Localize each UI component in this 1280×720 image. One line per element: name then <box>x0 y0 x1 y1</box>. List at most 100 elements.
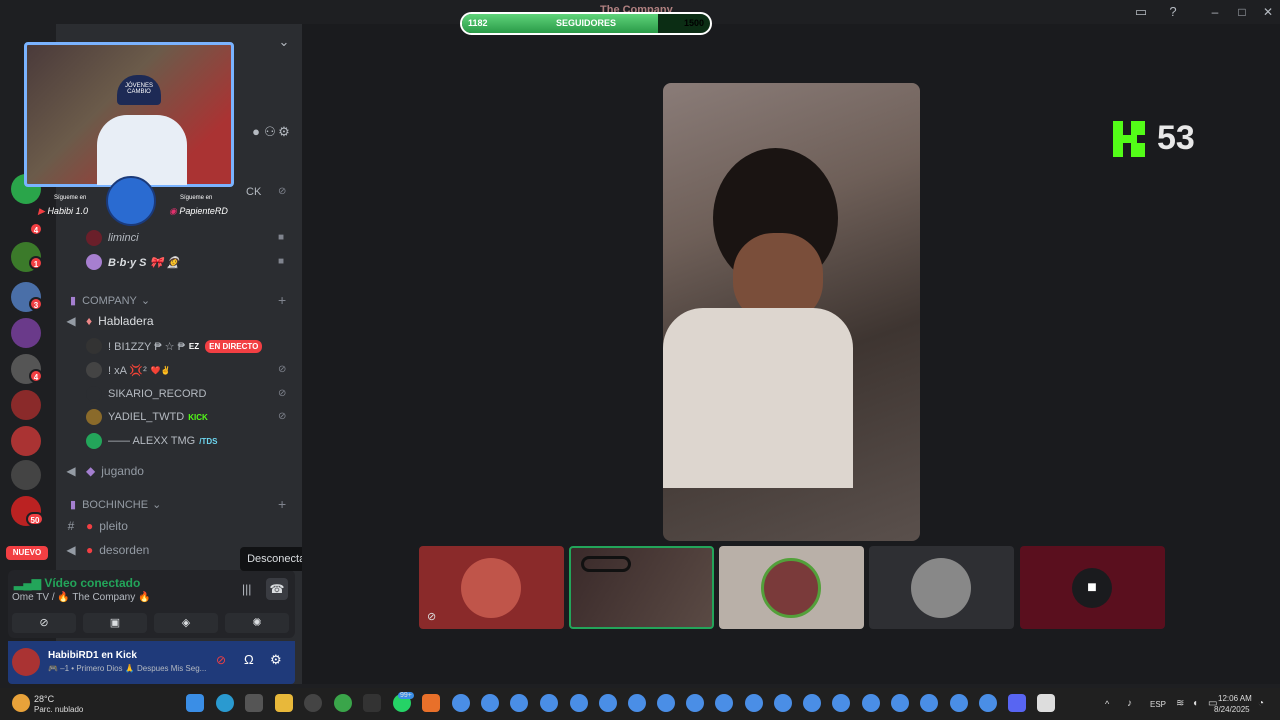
instagram-handle: ◉ PapienteRD <box>169 206 228 217</box>
voice-channel-habladera[interactable]: ◀ ♦ Habladera <box>64 310 153 332</box>
camera-off-button[interactable]: ⊘ <box>12 613 76 633</box>
app-icon[interactable] <box>1037 694 1055 712</box>
chrome-profile-icon[interactable] <box>774 694 792 712</box>
volume-icon[interactable]: ◖ <box>1192 698 1198 709</box>
avatar <box>461 558 521 618</box>
notification-badge: 3 <box>29 297 43 311</box>
chrome-profile-icon[interactable] <box>628 694 646 712</box>
chrome-profile-icon[interactable] <box>862 694 880 712</box>
text-channel-pleito[interactable]: # ● pleito <box>64 515 128 537</box>
participant-tile[interactable] <box>719 546 864 629</box>
gear-icon[interactable]: ⚙ <box>276 124 292 140</box>
add-channel-icon[interactable]: + <box>278 496 286 512</box>
voice-user[interactable]: B·b·y S 🎀 👩‍🚀 <box>86 252 180 272</box>
edge-icon[interactable] <box>216 694 234 712</box>
soundboard-button[interactable]: ✺ <box>225 613 289 633</box>
wifi-icon[interactable]: ≋ <box>1176 698 1184 709</box>
notification-bell-icon[interactable]: ◔ <box>1258 698 1264 709</box>
voice-user[interactable]: SIKARIO_RECORD <box>86 384 206 404</box>
connection-status: ▂▄▆ Vídeo conectado <box>14 576 140 590</box>
chrome-profile-icon[interactable] <box>570 694 588 712</box>
avatar <box>86 362 102 378</box>
chrome-profile-icon[interactable] <box>452 694 470 712</box>
participant-tile[interactable]: ■ <box>1020 546 1165 629</box>
chrome-profile-icon[interactable] <box>891 694 909 712</box>
channel-name: pleito <box>99 519 128 533</box>
server-icon[interactable] <box>11 390 41 420</box>
help-icon[interactable]: ? <box>1165 4 1181 20</box>
voice-user[interactable]: —— ALEXX TMG /TDS <box>86 431 217 451</box>
chrome-profile-icon[interactable] <box>510 694 528 712</box>
connection-status-text: Vídeo conectado <box>44 576 141 590</box>
disconnect-button[interactable]: ☎ <box>266 578 288 600</box>
language-indicator[interactable]: ESP <box>1150 700 1166 709</box>
connection-location[interactable]: Ome TV / 🔥 The Company 🔥 <box>12 592 150 603</box>
discord-icon[interactable] <box>1008 694 1026 712</box>
participant-tile[interactable]: ⊘ <box>419 546 564 629</box>
server-icon[interactable] <box>11 426 41 456</box>
youtube-handle-text: Habibi 1.0 <box>47 206 88 216</box>
screen-share-button[interactable]: ▣ <box>83 613 147 633</box>
voice-channel-desorden[interactable]: ◀ ● desorden <box>64 539 149 561</box>
noise-suppression-icon[interactable]: ||| <box>242 582 251 596</box>
category-bochinche[interactable]: ▮ BOCHINCHE ⌄ <box>70 498 161 512</box>
video-icon: ■ <box>278 232 285 243</box>
voice-user[interactable]: ! xA 💢² ❤️✌ <box>86 360 171 380</box>
server-icon[interactable] <box>11 460 41 490</box>
gear-icon[interactable]: ⚙ <box>270 652 282 668</box>
chrome-profile-icon[interactable] <box>540 694 558 712</box>
chrome-icon[interactable] <box>334 694 352 712</box>
mic-muted-icon: ⊘ <box>278 411 287 422</box>
maximize-icon[interactable]: □ <box>1234 4 1250 20</box>
avatar[interactable] <box>12 648 40 676</box>
chrome-profile-icon[interactable] <box>979 694 997 712</box>
chrome-profile-icon[interactable] <box>481 694 499 712</box>
new-badge[interactable]: NUEVO <box>6 546 48 560</box>
chrome-profile-icon[interactable] <box>950 694 968 712</box>
app-icon[interactable] <box>304 694 322 712</box>
webcam-frame: JÓVENES CAMBIO <box>24 42 234 187</box>
inbox-icon[interactable]: ▭ <box>1133 4 1149 20</box>
instagram-icon: ◉ <box>169 206 177 216</box>
participant-tile-speaking[interactable] <box>569 546 714 629</box>
voice-channel-jugando[interactable]: ◀ ◆ jugando <box>64 460 144 482</box>
minimize-icon[interactable]: – <box>1207 4 1223 20</box>
chevron-down-icon[interactable]: ⌄ <box>276 34 292 50</box>
avatar-cartoon <box>106 176 156 226</box>
chevron-down-icon: ⌄ <box>140 295 151 307</box>
file-explorer-icon[interactable] <box>275 694 293 712</box>
focused-video[interactable] <box>663 83 920 541</box>
start-icon[interactable] <box>186 694 204 712</box>
chrome-profile-icon[interactable] <box>803 694 821 712</box>
voice-user[interactable]: liminci <box>86 228 139 248</box>
chrome-profile-icon[interactable] <box>715 694 733 712</box>
weather-desc: Parc. nublado <box>34 705 84 714</box>
tray-chevron-icon[interactable]: ^ <box>1105 699 1109 709</box>
voice-user[interactable]: ! BI1ZZY ₱ ☆ ₱ EZ EN DIRECTO <box>86 336 263 356</box>
weather-icon[interactable] <box>12 694 30 712</box>
app-window: The Company ▭ ? – □ ✕ 4 1 3 4 50 NUEVO ⌄… <box>0 0 1280 720</box>
chrome-profile-icon[interactable] <box>657 694 675 712</box>
clock-date[interactable]: 8/24/2025 <box>1214 705 1250 714</box>
chrome-profile-icon[interactable] <box>832 694 850 712</box>
chrome-profile-icon[interactable] <box>599 694 617 712</box>
headphones-icon[interactable]: Ω <box>244 652 254 667</box>
microphone-icon[interactable]: ♪ <box>1127 698 1132 709</box>
activities-button[interactable]: ◈ <box>154 613 218 633</box>
category-company[interactable]: ▮ COMPANY ⌄ <box>70 294 151 308</box>
app-icon[interactable] <box>363 694 381 712</box>
participant-tile[interactable] <box>869 546 1014 629</box>
hashtag-icon: # <box>67 519 75 533</box>
video-icon: ■ <box>278 256 285 267</box>
server-icon[interactable] <box>11 318 41 348</box>
add-channel-icon[interactable]: + <box>278 292 286 308</box>
voice-user[interactable]: YADIEL_TWTD KICK <box>86 407 208 427</box>
app-icon[interactable] <box>245 694 263 712</box>
close-icon[interactable]: ✕ <box>1260 4 1276 20</box>
clock-time[interactable]: 12:06 AM <box>1218 694 1252 703</box>
mic-muted-icon[interactable]: ⊘ <box>216 653 226 667</box>
chrome-profile-icon[interactable] <box>920 694 938 712</box>
chrome-profile-icon[interactable] <box>686 694 704 712</box>
chrome-profile-icon[interactable] <box>745 694 763 712</box>
app-icon[interactable] <box>422 694 440 712</box>
